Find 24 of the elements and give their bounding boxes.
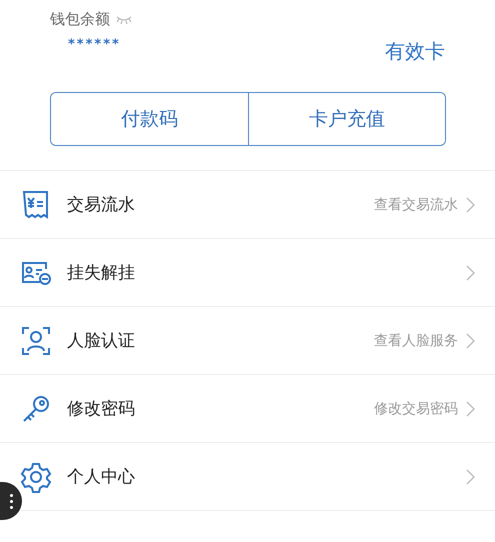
menu-item-label: 修改密码 <box>67 398 136 420</box>
menu-item[interactable]: 修改密码 修改交易密码 <box>0 375 495 443</box>
chevron-icon <box>466 196 475 212</box>
menu-item-hint: 修改交易密码 <box>374 400 458 418</box>
menu-item[interactable]: 挂失解挂 <box>0 239 495 307</box>
settings-icon <box>20 460 52 492</box>
wallet-balance-label: 钱包余额 <box>50 10 110 29</box>
menu-item-label: 人脸认证 <box>67 330 136 352</box>
chevron-icon <box>466 332 475 348</box>
menu-item[interactable]: 人脸认证 查看人脸服务 <box>0 307 495 375</box>
chevron-icon <box>466 468 475 484</box>
floating-menu-button[interactable] <box>0 482 22 520</box>
card-status: 有效卡 <box>385 38 445 65</box>
chevron-icon <box>466 400 475 416</box>
menu-item-hint: 查看人脸服务 <box>374 332 458 350</box>
menu-item-hint: 查看交易流水 <box>374 196 458 214</box>
menu-item-label: 挂失解挂 <box>67 262 136 284</box>
menu-item-label: 个人中心 <box>67 466 136 488</box>
action-button[interactable]: 卡户充值 <box>248 93 445 145</box>
menu-item-label: 交易流水 <box>67 194 136 216</box>
balance-value: ****** <box>68 37 122 52</box>
chevron-icon <box>466 264 475 280</box>
menu-item[interactable]: 交易流水 查看交易流水 <box>0 171 495 239</box>
face-scan-icon <box>20 324 52 356</box>
